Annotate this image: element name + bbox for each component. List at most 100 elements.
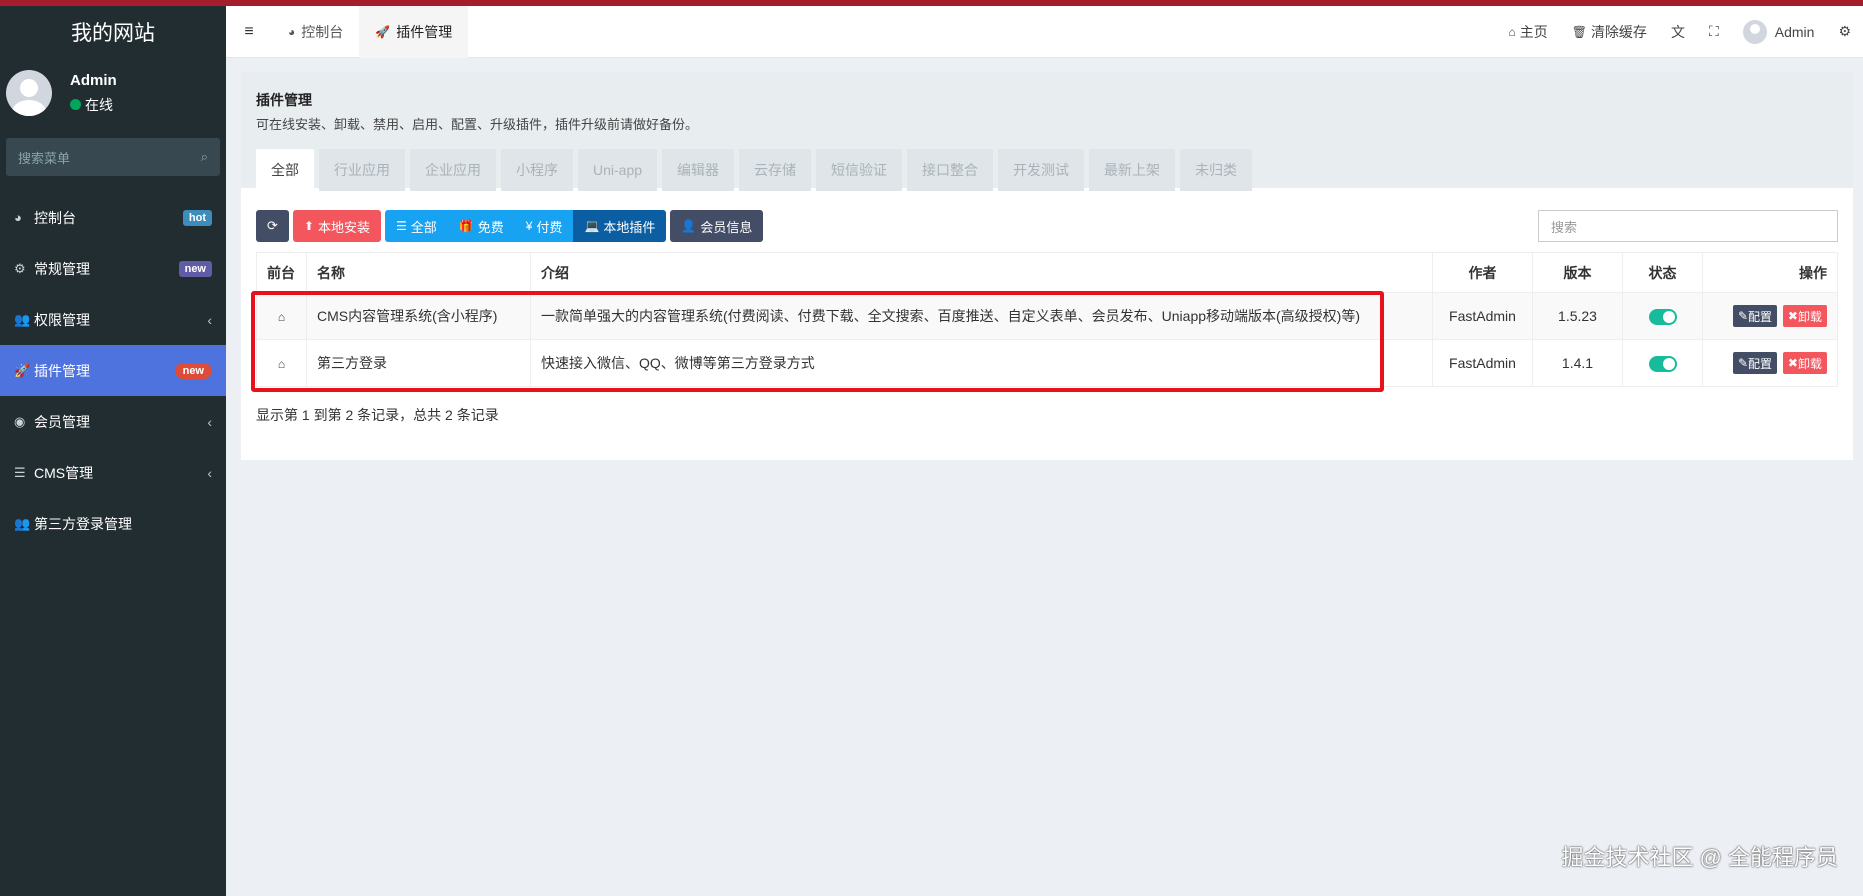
pencil-icon: ✎ bbox=[1737, 356, 1749, 370]
tab-label: 控制台 bbox=[301, 23, 344, 40]
status-cell bbox=[1622, 292, 1703, 340]
search-input[interactable]: 搜索 bbox=[1538, 210, 1838, 242]
ops-cell: ✎ 配置 ✖ 卸载 bbox=[1702, 339, 1838, 387]
addon-author[interactable]: FastAdmin bbox=[1432, 292, 1533, 340]
local-install-button[interactable]: ⬆ 本地安装 bbox=[292, 210, 381, 242]
tab-sms[interactable]: 短信验证 bbox=[816, 149, 903, 191]
watermark: 掘金技术社区 @ 全能程序员 bbox=[1561, 845, 1838, 870]
col-ops[interactable]: 操作 bbox=[1702, 252, 1838, 293]
tab-addon[interactable]: 🚀 插件管理 bbox=[359, 5, 469, 58]
config-button[interactable]: ✎ 配置 bbox=[1732, 305, 1778, 327]
addon-author[interactable]: FastAdmin bbox=[1432, 339, 1533, 387]
sidebar-item-auth[interactable]: 👥 权限管理 ‹ bbox=[0, 294, 226, 345]
laptop-icon: 💻 bbox=[584, 219, 600, 233]
front-link[interactable]: ⌂ bbox=[256, 292, 307, 340]
panel-heading: 插件管理 可在线安装、卸载、禁用、启用、配置、升级插件，插件升级前请做好备份。 … bbox=[241, 72, 1853, 191]
home-label: 主页 bbox=[1519, 23, 1548, 40]
top-header: ≡ ◕ 控制台 🚀 插件管理 ⌂ 主页 🗑 清除缓存 文 ⛶ Admin ⚙ bbox=[226, 5, 1863, 58]
col-version[interactable]: 版本 bbox=[1532, 252, 1623, 293]
col-name[interactable]: 名称 bbox=[306, 252, 531, 293]
rocket-icon: 🚀 bbox=[375, 24, 391, 39]
sidebar-item-addon[interactable]: 🚀 插件管理 new bbox=[0, 345, 226, 396]
front-link[interactable]: ⌂ bbox=[256, 339, 307, 387]
language-button[interactable]: 文 bbox=[1659, 22, 1697, 42]
tab-industry[interactable]: 行业应用 bbox=[319, 149, 405, 191]
sidebar-item-general[interactable]: ⚙ 常规管理 new bbox=[0, 243, 226, 294]
pencil-icon: ✎ bbox=[1737, 309, 1749, 323]
sidebar-search-input[interactable]: 搜索菜单 ⌕ bbox=[6, 138, 220, 176]
tab-latest[interactable]: 最新上架 bbox=[1089, 149, 1176, 191]
fullscreen-button[interactable]: ⛶ bbox=[1697, 23, 1731, 40]
pagination-summary: 显示第 1 到第 2 条记录，总共 2 条记录 bbox=[256, 407, 499, 423]
refresh-icon: ⟳ bbox=[267, 218, 278, 233]
dashboard-icon: ◕ bbox=[14, 210, 22, 225]
table-row: ⌂ 第三方登录 快速接入微信、QQ、微博等第三方登录方式 FastAdmin 1… bbox=[256, 339, 1838, 387]
member-info-button[interactable]: 👤 会员信息 bbox=[670, 210, 764, 242]
clear-cache-label: 清除缓存 bbox=[1590, 23, 1647, 40]
site-logo[interactable]: 我的网站 bbox=[0, 6, 226, 58]
home-link[interactable]: ⌂ 主页 bbox=[1496, 22, 1559, 42]
tab-devtest[interactable]: 开发测试 bbox=[998, 149, 1085, 191]
list-icon: ☰ bbox=[14, 464, 26, 480]
chevron-left-icon: ‹ bbox=[207, 311, 212, 328]
col-intro[interactable]: 介绍 bbox=[530, 252, 1433, 293]
user-status-text: 在线 bbox=[85, 96, 113, 113]
sidebar-search-placeholder: 搜索菜单 bbox=[18, 150, 71, 166]
sidebar-item-member[interactable]: ◉ 会员管理 ‹ bbox=[0, 396, 226, 447]
tab-api[interactable]: 接口整合 bbox=[907, 149, 994, 191]
close-icon: ✖ bbox=[1787, 309, 1798, 323]
home-icon: ⌂ bbox=[277, 357, 286, 371]
menu-toggle-icon[interactable]: ≡ bbox=[226, 23, 272, 41]
addon-intro: 快速接入微信、QQ、微博等第三方登录方式 bbox=[530, 339, 1433, 387]
member-info-label: 会员信息 bbox=[700, 219, 753, 235]
col-author[interactable]: 作者 bbox=[1432, 252, 1533, 293]
sidebar-item-label: 插件管理 bbox=[34, 362, 90, 379]
filter-paid-button[interactable]: ¥ 付费 bbox=[514, 210, 574, 242]
sidebar-item-label: 会员管理 bbox=[34, 413, 90, 430]
addon-name: 第三方登录 bbox=[306, 339, 531, 387]
rocket-icon: 🚀 bbox=[14, 362, 31, 378]
uninstall-button[interactable]: ✖ 卸载 bbox=[1782, 305, 1827, 327]
yen-icon: ¥ bbox=[525, 219, 533, 233]
tab-enterprise[interactable]: 企业应用 bbox=[410, 149, 496, 191]
filter-paid-label: 付费 bbox=[536, 219, 563, 235]
addon-panel: 插件管理 可在线安装、卸载、禁用、启用、配置、升级插件，插件升级前请做好备份。 … bbox=[241, 72, 1853, 460]
sidebar-item-cms[interactable]: ☰ CMS管理 ‹ bbox=[0, 447, 226, 498]
hot-badge: hot bbox=[182, 209, 212, 226]
uninstall-button[interactable]: ✖ 卸载 bbox=[1782, 352, 1827, 374]
search-icon[interactable]: ⌕ bbox=[201, 149, 208, 165]
status-cell bbox=[1622, 339, 1703, 387]
sidebar: 我的网站 Admin 在线 搜索菜单 ⌕ ◕ 控制台 hot ⚙ 常规管理 ne… bbox=[0, 6, 226, 896]
category-tabs: 全部 行业应用 企业应用 小程序 Uni-app 编辑器 云存储 短信验证 接口… bbox=[256, 149, 1838, 191]
sidebar-item-dashboard[interactable]: ◕ 控制台 hot bbox=[0, 192, 226, 243]
col-front[interactable]: 前台 bbox=[256, 252, 307, 293]
col-status[interactable]: 状态 bbox=[1622, 252, 1703, 293]
status-toggle[interactable] bbox=[1648, 355, 1677, 372]
tab-miniprogram[interactable]: 小程序 bbox=[501, 149, 573, 191]
filter-all-button[interactable]: ☰ 全部 bbox=[384, 210, 448, 242]
filter-all-label: 全部 bbox=[410, 219, 437, 235]
sidebar-item-label: 控制台 bbox=[34, 209, 76, 226]
tab-all[interactable]: 全部 bbox=[256, 149, 314, 191]
settings-button[interactable]: ⚙ bbox=[1826, 23, 1863, 40]
tab-dashboard[interactable]: ◕ 控制台 bbox=[272, 6, 359, 58]
filter-local-button[interactable]: 💻 本地插件 bbox=[573, 210, 667, 242]
filter-local-label: 本地插件 bbox=[603, 219, 656, 235]
sidebar-item-label: 常规管理 bbox=[34, 260, 90, 277]
group-icon: 👥 bbox=[14, 311, 31, 327]
clear-cache-button[interactable]: 🗑 清除缓存 bbox=[1560, 22, 1659, 42]
tab-uncategorized[interactable]: 未归类 bbox=[1180, 149, 1253, 191]
tab-uniapp[interactable]: Uni-app bbox=[578, 149, 658, 191]
user-menu[interactable]: Admin bbox=[1731, 19, 1827, 44]
status-toggle[interactable] bbox=[1648, 308, 1677, 325]
tab-storage[interactable]: 云存储 bbox=[739, 149, 812, 191]
sidebar-item-label: 权限管理 bbox=[34, 311, 90, 328]
sidebar-item-third-login[interactable]: 👥 第三方登录管理 bbox=[0, 498, 226, 549]
refresh-button[interactable]: ⟳ bbox=[256, 210, 289, 242]
config-button[interactable]: ✎ 配置 bbox=[1732, 352, 1778, 374]
tab-editor[interactable]: 编辑器 bbox=[662, 149, 735, 191]
filter-free-button[interactable]: 🎁 免费 bbox=[447, 210, 515, 242]
filter-free-label: 免费 bbox=[477, 219, 504, 235]
chevron-left-icon: ‹ bbox=[207, 464, 212, 481]
close-icon: ✖ bbox=[1787, 356, 1798, 370]
